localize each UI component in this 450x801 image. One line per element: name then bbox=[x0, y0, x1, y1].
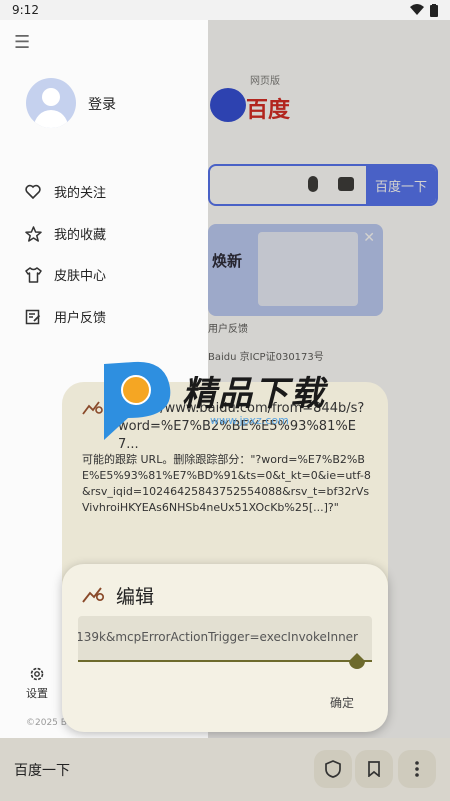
menu-icon[interactable]: ☰ bbox=[14, 32, 30, 53]
status-bar: 9:12 bbox=[0, 0, 450, 20]
drawer-item-label: 我的收藏 bbox=[54, 228, 107, 243]
shield-button[interactable] bbox=[314, 750, 352, 788]
more-vertical-icon bbox=[415, 761, 419, 777]
dialog-message: 可能的跟踪 URL。删除跟踪部分："?word=%E7%B2%BE%E5%93%… bbox=[82, 453, 371, 514]
avatar-head bbox=[42, 88, 60, 106]
text-cursor-handle[interactable] bbox=[347, 653, 367, 675]
dialog-title: 编辑 bbox=[116, 586, 155, 608]
drawer-item-favorites[interactable]: 我的收藏 bbox=[24, 224, 106, 243]
watermark-url: www.jpxz.com bbox=[210, 414, 289, 427]
edit-url-value: 139k&mcpErrorActionTrigger=execInvokeInn… bbox=[78, 630, 358, 644]
ok-button[interactable]: 确定 bbox=[330, 694, 354, 711]
watermark: 精品下载 www.jpxz.com bbox=[98, 358, 358, 442]
drawer-item-label: 用户反馈 bbox=[54, 311, 107, 326]
avatar-body bbox=[34, 110, 68, 128]
bottom-bar: 百度一下 bbox=[0, 738, 450, 801]
feedback-icon bbox=[24, 308, 42, 326]
link-cleaner-icon bbox=[82, 586, 106, 608]
login-link[interactable]: 登录 bbox=[88, 94, 116, 114]
gear-icon bbox=[30, 667, 44, 681]
watermark-logo-icon bbox=[104, 361, 171, 440]
drawer-item-skins[interactable]: 皮肤中心 bbox=[24, 265, 106, 284]
avatar[interactable] bbox=[26, 78, 76, 128]
settings-button[interactable]: 设置 bbox=[22, 666, 52, 701]
edit-url-field[interactable]: 139k&mcpErrorActionTrigger=execInvokeInn… bbox=[78, 616, 372, 662]
watermark-text: 精品下载 bbox=[182, 374, 326, 414]
drawer-item-label: 皮肤中心 bbox=[54, 269, 107, 284]
star-icon bbox=[24, 225, 42, 243]
drawer-item-follow[interactable]: 我的关注 bbox=[24, 182, 106, 201]
shirt-icon bbox=[24, 266, 42, 284]
drawer-item-label: 我的关注 bbox=[54, 186, 107, 201]
copyright: ©2025 B bbox=[26, 718, 67, 728]
bottom-bar-title[interactable]: 百度一下 bbox=[14, 760, 70, 780]
status-icons bbox=[410, 3, 438, 17]
more-options-button[interactable] bbox=[398, 750, 436, 788]
shield-icon bbox=[325, 760, 341, 778]
settings-label: 设置 bbox=[26, 687, 48, 700]
wifi-icon bbox=[410, 4, 424, 15]
status-time: 9:12 bbox=[12, 3, 39, 17]
battery-icon bbox=[430, 3, 438, 17]
drawer-item-feedback[interactable]: 用户反馈 bbox=[24, 307, 106, 326]
bookmark-button[interactable] bbox=[355, 750, 393, 788]
bookmark-icon bbox=[368, 761, 380, 777]
heart-icon bbox=[24, 183, 42, 201]
edit-dialog: 编辑 139k&mcpErrorActionTrigger=execInvoke… bbox=[62, 564, 388, 732]
